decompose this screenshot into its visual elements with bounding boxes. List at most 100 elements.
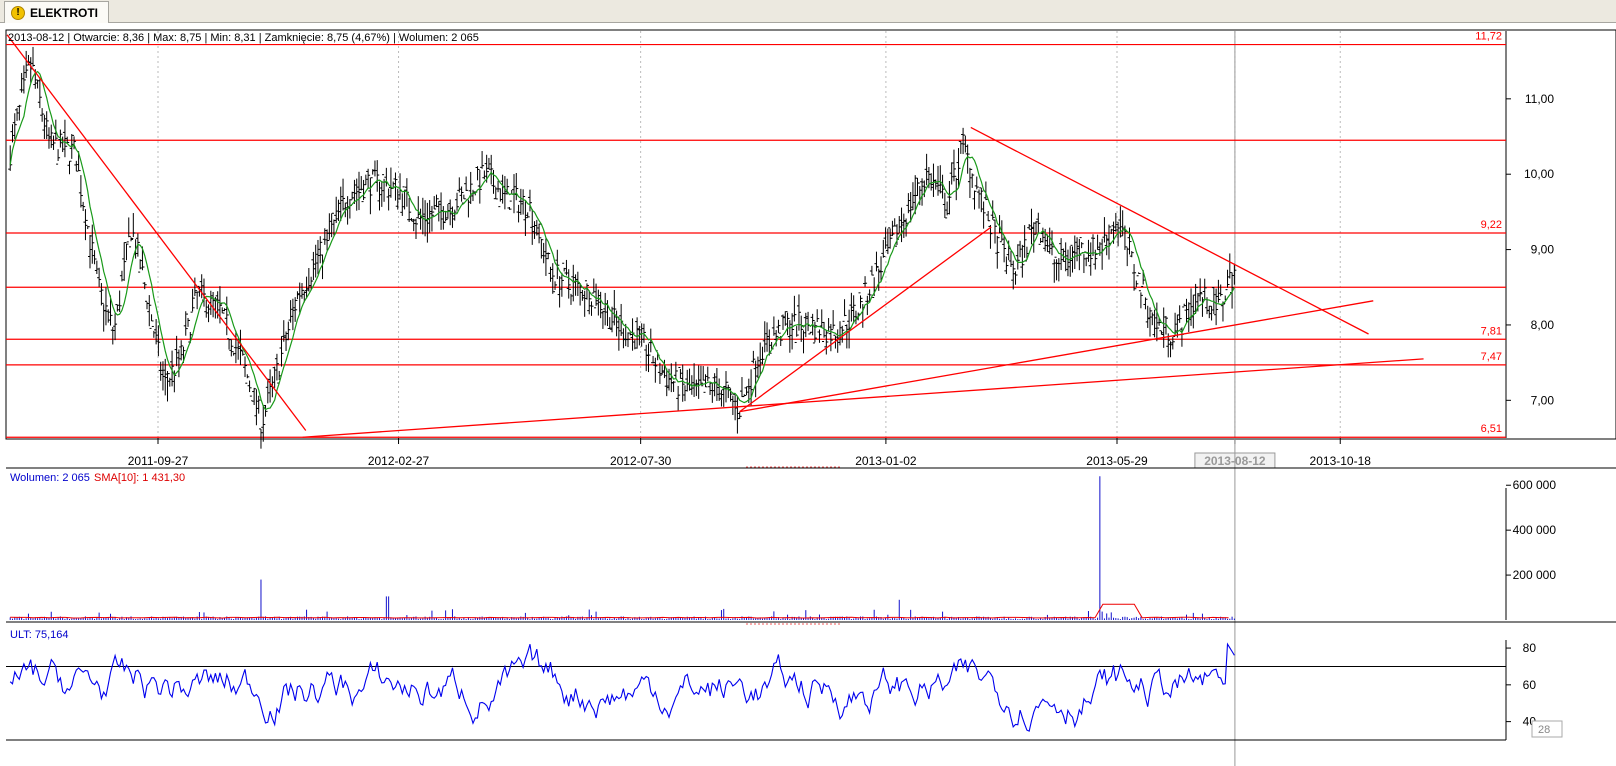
price-bar	[284, 331, 289, 351]
price-bar	[1047, 227, 1052, 254]
price-bar	[67, 160, 72, 175]
price-bar	[252, 387, 257, 406]
price-bar	[1152, 309, 1157, 338]
price-bar	[883, 227, 888, 249]
price-bar	[687, 368, 692, 391]
price-bar	[819, 309, 824, 329]
trend-line[interactable]	[739, 300, 1374, 413]
price-bar	[806, 311, 811, 332]
price-bar	[457, 177, 462, 193]
price-bar	[62, 119, 67, 158]
price-bar	[1145, 305, 1150, 328]
price-bar	[1214, 288, 1219, 326]
price-bar	[113, 313, 118, 341]
level-label: 9,22	[1481, 219, 1502, 231]
price-bar	[1138, 290, 1143, 309]
volume-sma-line	[10, 603, 1229, 619]
price-bar	[972, 190, 977, 210]
price-bar	[261, 406, 266, 442]
tab-label: ELEKTROTI	[30, 5, 98, 20]
price-bar	[933, 179, 938, 190]
price-bar	[274, 353, 279, 381]
price-bar	[874, 251, 879, 272]
price-bar	[502, 176, 507, 210]
price-bar	[557, 276, 562, 308]
price-bar	[286, 321, 291, 341]
price-bar	[83, 209, 88, 241]
price-bar	[1168, 341, 1173, 358]
price-bar	[562, 262, 567, 272]
price-bar	[961, 127, 966, 155]
price-bar	[1216, 279, 1221, 303]
price-bar	[498, 188, 503, 208]
price-bar	[295, 291, 300, 301]
price-bar	[676, 385, 681, 412]
y-tick-label: 400 000	[1513, 523, 1557, 537]
price-bar	[607, 317, 612, 330]
price-bar	[815, 309, 820, 327]
price-bar	[327, 213, 332, 241]
price-bar	[147, 295, 152, 327]
price-bar	[341, 178, 346, 211]
price-bar	[995, 235, 1000, 269]
x-tick-label: 2013-10-18	[1310, 454, 1372, 468]
price-bar	[174, 335, 179, 367]
price-bar	[653, 357, 658, 383]
price-bar	[792, 295, 797, 322]
trend-line[interactable]	[739, 226, 992, 413]
price-bar	[452, 209, 457, 221]
price-bar	[509, 189, 514, 202]
ult-line	[9, 642, 1235, 732]
price-bar	[897, 216, 902, 235]
price-bar	[119, 270, 124, 282]
price-bar	[400, 193, 405, 216]
chart-area[interactable]: 2011-09-27 2012-02-27 2012-07-30 2013-01-02…	[0, 24, 1616, 766]
price-bar	[1079, 237, 1084, 249]
price-bar	[1040, 227, 1045, 243]
price-bar	[678, 366, 683, 379]
trend-line[interactable]	[302, 358, 1424, 438]
price-bar	[910, 182, 915, 211]
price-bar	[1177, 305, 1182, 323]
price-bar	[1081, 252, 1086, 274]
price-bar	[35, 79, 40, 89]
price-bar	[416, 196, 421, 219]
price-bar	[1027, 224, 1032, 230]
price-bar	[794, 326, 799, 343]
price-bar	[1225, 269, 1230, 291]
price-bar	[10, 124, 15, 143]
price-bar	[783, 311, 788, 326]
y-tick-label: 8,00	[1531, 318, 1555, 332]
price-bar	[19, 72, 24, 93]
y-tick-label: 11,00	[1525, 92, 1554, 106]
price-bar	[1002, 236, 1007, 263]
price-bar	[1029, 208, 1034, 245]
y-tick-label: 7,00	[1531, 393, 1555, 407]
price-bar	[744, 386, 749, 396]
price-bar	[651, 355, 656, 364]
price-bar	[117, 290, 122, 312]
price-bar	[1161, 307, 1166, 348]
trend-line[interactable]	[970, 126, 1369, 335]
tab-elektroti[interactable]: ! ELEKTROTI	[4, 1, 109, 23]
price-bar	[1013, 268, 1018, 285]
price-bar	[970, 168, 975, 188]
volume-title: Wolumen: 2 065	[10, 472, 90, 484]
price-bar	[167, 373, 172, 387]
price-bar	[1191, 294, 1196, 329]
price-bar	[450, 206, 455, 228]
price-bar	[138, 259, 143, 273]
level-label: 6,51	[1481, 423, 1502, 435]
price-bar	[131, 213, 136, 240]
price-bar	[981, 201, 986, 229]
price-bar	[986, 210, 991, 222]
price-bar	[40, 108, 45, 122]
price-bar	[227, 338, 232, 350]
price-bar	[466, 198, 471, 218]
price-bar	[612, 289, 617, 326]
price-bar	[644, 344, 649, 372]
price-bar	[160, 361, 165, 391]
price-bar	[1031, 222, 1036, 253]
price-bar	[765, 322, 770, 352]
price-bar	[696, 365, 701, 399]
